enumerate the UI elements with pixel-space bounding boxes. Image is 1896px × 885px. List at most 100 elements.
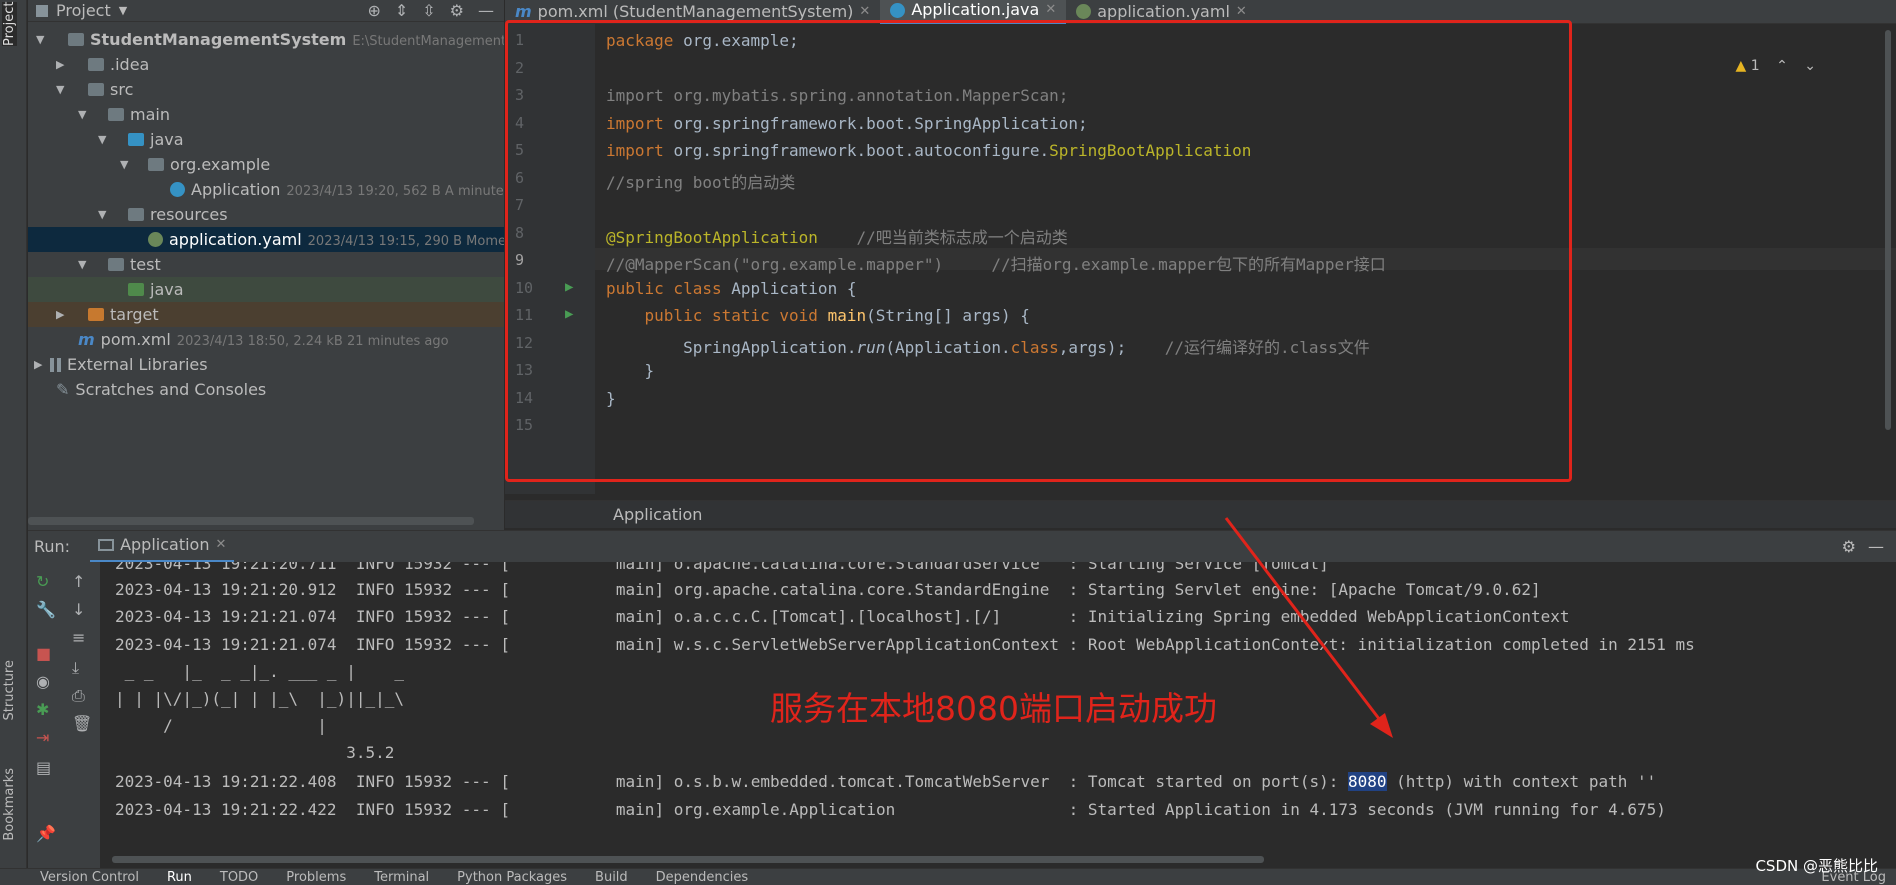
breadcrumb[interactable]: Application (613, 505, 702, 524)
tree-item-src[interactable]: ▼ src (28, 77, 504, 102)
tree-item-application-yaml[interactable]: application.yaml 2023/4/13 19:15, 290 B M… (28, 227, 504, 252)
tree-item-main[interactable]: ▼ main (28, 102, 504, 127)
tree-item-meta: 2023/4/13 19:20, 562 B A minute a (286, 184, 504, 199)
library-icon (57, 358, 61, 372)
close-icon[interactable]: ✕ (1236, 0, 1247, 24)
print-icon[interactable]: ⎙ (72, 686, 85, 706)
chevron-down-icon[interactable]: ⌄ (1804, 58, 1816, 74)
console-line-started: 2023-04-13 19:21:22.422 INFO 15932 --- [… (115, 800, 1666, 819)
tree-item-idea[interactable]: ▶ .idea (28, 52, 504, 77)
banner-line: / | (115, 716, 327, 735)
editor-vertical-scrollbar[interactable] (1885, 30, 1891, 430)
tree-item-root[interactable]: ▼ StudentManagementSystem E:\StudentManag… (28, 27, 504, 52)
code-line-5: import org.springframework.boot.autoconf… (606, 141, 1251, 160)
statusbar-run[interactable]: Run (167, 870, 192, 885)
stop-icon[interactable]: ■ (36, 644, 51, 663)
collapse-all-icon[interactable]: ⇳ (422, 1, 435, 20)
arrow-up-icon[interactable]: ↑ (72, 572, 85, 591)
statusbar-todo[interactable]: TODO (220, 870, 258, 885)
project-tool-tab[interactable]: Project (2, 2, 17, 46)
test-folder-icon (128, 283, 144, 296)
banner-line: | | |\/|_)(_| | |_\ |_)||_|_\ (115, 689, 404, 708)
chevron-down-icon[interactable]: ▼ (56, 77, 64, 102)
arrow-down-icon[interactable]: ↓ (72, 600, 85, 619)
layout-icon[interactable]: ▤ (36, 758, 51, 777)
chevron-down-icon[interactable]: ▼ (36, 27, 44, 52)
keyword: public class (606, 279, 732, 298)
exit-icon[interactable]: ⇥ (36, 728, 49, 747)
chevron-right-icon[interactable]: ▶ (56, 52, 64, 77)
tab-application-java[interactable]: Application.java ✕ (880, 0, 1067, 24)
close-icon[interactable]: ✕ (1045, 0, 1056, 22)
chevron-down-icon[interactable]: ▼ (120, 152, 128, 177)
close-icon[interactable]: ✕ (215, 529, 226, 561)
banner-line: _ _ |_ _ _|_. ___ _ | _ (115, 662, 404, 681)
chevron-down-icon[interactable]: ▼ (119, 4, 127, 17)
debug-icon[interactable]: ✱ (36, 700, 49, 719)
editor-tab-bar: m pom.xml (StudentManagementSystem) ✕ Ap… (505, 0, 1896, 24)
tab-pom-xml[interactable]: m pom.xml (StudentManagementSystem) ✕ (505, 0, 880, 24)
code-text: SpringApplication. (606, 338, 857, 357)
chevron-down-icon[interactable]: ▼ (98, 202, 106, 227)
tree-item-scratches[interactable]: ✎ Scratches and Consoles (28, 377, 504, 402)
project-panel-title[interactable]: Project (56, 1, 111, 20)
project-horizontal-scrollbar[interactable] (28, 517, 474, 525)
chevron-down-icon[interactable]: ▼ (78, 102, 86, 127)
comment: //@MapperScan("org.example.mapper") (606, 255, 944, 274)
close-icon[interactable]: ✕ (859, 0, 870, 24)
camera-icon[interactable]: ◉ (36, 672, 50, 691)
statusbar-version-control[interactable]: Version Control (40, 870, 139, 885)
console-horizontal-scrollbar[interactable] (112, 856, 1264, 863)
tree-item-label: StudentManagementSystem (90, 30, 347, 49)
line-number: 3 (515, 86, 525, 104)
rerun-icon[interactable]: ↻ (36, 572, 49, 591)
soft-wrap-icon[interactable]: ≡ (72, 628, 85, 647)
code-text: Application { (731, 279, 857, 298)
tab-application-yaml[interactable]: application.yaml ✕ (1066, 0, 1257, 24)
chevron-right-icon[interactable]: ▶ (56, 302, 64, 327)
code-editor[interactable]: 1 2 3 4 5 6 7 8 9 10 11 12 13 14 15 ▶ ▶ … (505, 24, 1896, 494)
chevron-down-icon[interactable]: ▼ (98, 127, 106, 152)
statusbar-problems[interactable]: Problems (286, 870, 346, 885)
annotation-text: @SpringBootApplication (606, 228, 818, 247)
pin-icon[interactable]: 📌 (36, 824, 56, 843)
trash-icon[interactable]: 🗑 (72, 714, 92, 733)
scroll-to-end-icon[interactable]: ⤓ (72, 658, 79, 678)
spring-yaml-icon (148, 232, 163, 247)
statusbar-terminal[interactable]: Terminal (374, 870, 429, 885)
inspection-widget[interactable]: ▲ 1 ⌃ ⌄ (1735, 58, 1816, 74)
tree-item-label: resources (150, 205, 228, 224)
expand-all-icon[interactable]: ⇕ (395, 1, 408, 20)
statusbar-build[interactable]: Build (595, 870, 628, 885)
gear-icon[interactable]: ⚙ (450, 1, 464, 20)
tree-item-target[interactable]: ▶ target (28, 302, 504, 327)
run-tab-application[interactable]: Application ✕ (90, 529, 235, 563)
tree-item-resources[interactable]: ▼ resources (28, 202, 504, 227)
tree-item-pom[interactable]: m pom.xml 2023/4/13 18:50, 2.24 kB 21 minu… (28, 327, 504, 352)
tree-item-java[interactable]: ▼ java (28, 127, 504, 152)
locate-icon[interactable]: ⊕ (367, 1, 380, 20)
gear-icon[interactable]: ⚙ (1842, 537, 1856, 556)
tree-item-org-example[interactable]: ▼ org.example (28, 152, 504, 177)
tree-item-test-java[interactable]: java (28, 277, 504, 302)
statusbar-dependencies[interactable]: Dependencies (656, 870, 749, 885)
chevron-up-icon[interactable]: ⌃ (1776, 58, 1788, 74)
code-line-14: } (606, 389, 616, 408)
wrench-icon[interactable]: 🔧 (36, 600, 56, 619)
code-text: org.springframework.boot.autoconfigure. (673, 141, 1050, 160)
warning-icon: ▲ (1735, 58, 1747, 74)
bookmarks-tool-tab[interactable]: Bookmarks (2, 768, 17, 841)
minimize-icon[interactable]: — (1868, 537, 1884, 556)
statusbar-python-packages[interactable]: Python Packages (457, 870, 567, 885)
project-toolbar: Project ▼ ⊕ ⇕ ⇳ ⚙ — (28, 0, 504, 22)
structure-tool-tab[interactable]: Structure (2, 660, 17, 720)
tree-item-application[interactable]: Application 2023/4/13 19:20, 562 B A minu… (28, 177, 504, 202)
chevron-down-icon[interactable]: ▼ (78, 252, 86, 277)
run-gutter-icon[interactable]: ▶ (565, 279, 573, 295)
chevron-right-icon[interactable]: ▶ (34, 352, 42, 377)
run-gutter-icon[interactable]: ▶ (565, 306, 573, 322)
minimize-icon[interactable]: — (478, 1, 494, 20)
code-text: ,args); (1058, 338, 1127, 357)
tree-item-external-libraries[interactable]: ▶ External Libraries (28, 352, 504, 377)
tree-item-test[interactable]: ▼ test (28, 252, 504, 277)
